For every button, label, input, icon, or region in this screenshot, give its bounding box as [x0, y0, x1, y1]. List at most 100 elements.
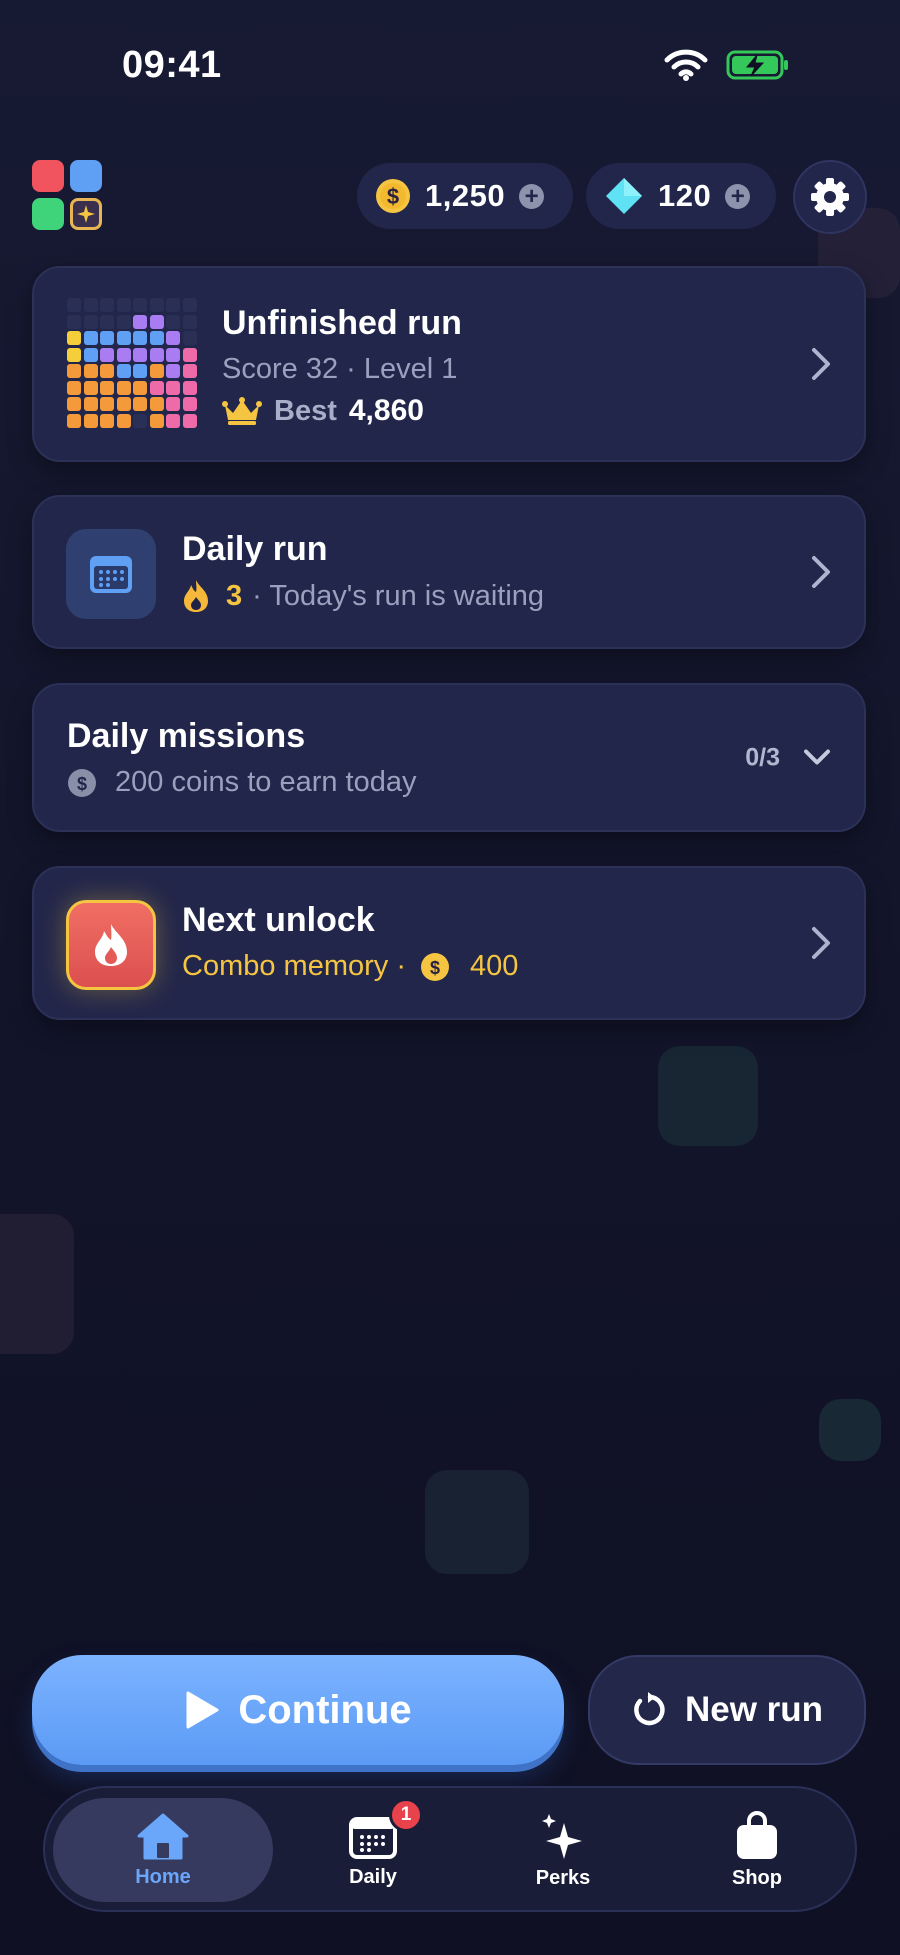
next-unlock-cost: 400: [470, 950, 519, 982]
best-score-row: Best 4,860: [222, 394, 462, 428]
streak-count: 3: [226, 579, 243, 612]
board-cell: [182, 380, 197, 395]
board-cell: [182, 314, 197, 329]
gems-balance[interactable]: 120 +: [586, 163, 776, 229]
daily-missions-info: Daily missions $ 200 coins to earn today: [67, 717, 416, 799]
board-cell: [149, 298, 164, 312]
daily-run-card[interactable]: Daily run 3 · Today's run is waiting: [32, 495, 866, 649]
tab-daily-label: Daily: [349, 1865, 397, 1888]
board-cell: [116, 331, 131, 345]
board-cell: [166, 314, 180, 329]
tab-daily[interactable]: 1 Daily: [293, 1797, 453, 1902]
board-cell: [182, 298, 197, 312]
gems-value: 120: [658, 178, 712, 213]
board-cell: [133, 380, 147, 395]
tab-perks[interactable]: Perks: [483, 1798, 643, 1902]
flame-icon: [184, 580, 208, 612]
board-cell: [166, 331, 180, 345]
board-cell: [166, 347, 180, 362]
board-cell: [133, 314, 147, 329]
board-cell: [100, 397, 114, 411]
board-cell: [116, 397, 131, 411]
daily-run-icon-tile: [66, 529, 156, 619]
sparkle-icon: [77, 205, 95, 223]
shopping-bag-icon: [737, 1810, 777, 1859]
board-cell: [67, 331, 81, 345]
flame-icon: [95, 924, 127, 966]
continue-label: Continue: [238, 1687, 412, 1732]
tab-home-label: Home: [135, 1865, 191, 1888]
wifi-icon: [664, 49, 708, 81]
coin-icon: $: [68, 768, 96, 797]
next-unlock-card[interactable]: Next unlock Combo memory · $ 400: [32, 866, 866, 1020]
chevron-right-icon: [812, 556, 830, 588]
new-run-label: New run: [684, 1690, 824, 1729]
daily-run-detail: · Today's run is waiting: [252, 579, 545, 612]
board-cell: [166, 397, 180, 411]
coins-balance[interactable]: $ 1,250 +: [357, 163, 573, 229]
svg-text:$: $: [430, 958, 440, 978]
daily-missions-detail: 200 coins to earn today: [115, 766, 417, 798]
unfinished-run-card[interactable]: Unfinished run Score 32 · Level 1 Best 4…: [32, 266, 866, 462]
next-unlock-item: Combo memory ·: [182, 950, 406, 982]
board-cell: [116, 380, 131, 395]
tab-shop-label: Shop: [732, 1866, 782, 1889]
best-label: Best: [274, 394, 337, 427]
unfinished-run-title: Unfinished run: [222, 304, 462, 342]
board-cell: [83, 364, 98, 378]
board-cell: [182, 397, 197, 411]
tab-home[interactable]: Home: [53, 1798, 273, 1902]
board-cell: [133, 397, 147, 411]
status-icons: [664, 48, 790, 82]
board-cell: [133, 413, 147, 428]
board-cell: [149, 364, 164, 378]
tab-shop[interactable]: Shop: [677, 1798, 837, 1902]
new-run-button[interactable]: New run: [588, 1655, 866, 1765]
crown-icon: [222, 397, 262, 425]
board-cell: [100, 298, 114, 312]
board-cell: [83, 380, 98, 395]
tab-daily-icon-wrap: 1: [348, 1797, 423, 1860]
board-cell: [116, 314, 131, 329]
daily-streak-row: 3 · Today's run is waiting: [182, 579, 544, 613]
board-cell: [116, 364, 131, 378]
coin-icon: $: [376, 179, 410, 213]
chevron-right-icon: [812, 927, 830, 959]
board-cell: [100, 331, 114, 345]
svg-text:$: $: [387, 184, 399, 209]
board-cell: [100, 413, 114, 428]
board-cell: [182, 413, 197, 428]
background-decoration: [0, 1214, 74, 1354]
chevron-down-icon[interactable]: [802, 748, 832, 768]
add-coins-icon[interactable]: +: [519, 183, 545, 209]
board-cell: [182, 364, 197, 378]
daily-missions-reward-row: $ 200 coins to earn today: [67, 766, 416, 799]
board-cell: [166, 380, 180, 395]
next-unlock-title: Next unlock: [182, 901, 375, 939]
background-decoration: [425, 1470, 529, 1574]
board-cell: [67, 298, 81, 312]
board-cell: [83, 397, 98, 411]
board-cell: [67, 314, 81, 329]
board-cell: [83, 347, 98, 362]
board-cell: [100, 380, 114, 395]
continue-button[interactable]: Continue: [32, 1655, 564, 1765]
missions-progress: 0/3: [745, 743, 832, 772]
board-cell: [133, 347, 147, 362]
board-cell: [149, 347, 164, 362]
board-cell: [133, 331, 147, 345]
daily-missions-card[interactable]: Daily missions $ 200 coins to earn today…: [32, 683, 866, 832]
play-icon: [186, 1691, 219, 1729]
next-unlock-cost-row: Combo memory · $ 400: [182, 950, 518, 983]
board-cell: [149, 413, 164, 428]
calendar-icon: [90, 556, 132, 593]
restart-icon: [634, 1692, 665, 1726]
next-unlock-icon-tile: [66, 900, 156, 990]
settings-button[interactable]: [793, 160, 867, 234]
board-cell: [67, 364, 81, 378]
board-cell: [100, 364, 114, 378]
home-icon: [137, 1813, 189, 1859]
board-cell: [182, 347, 197, 362]
daily-run-info: Daily run 3 · Today's run is waiting: [182, 530, 544, 613]
add-gems-icon[interactable]: +: [725, 183, 751, 209]
